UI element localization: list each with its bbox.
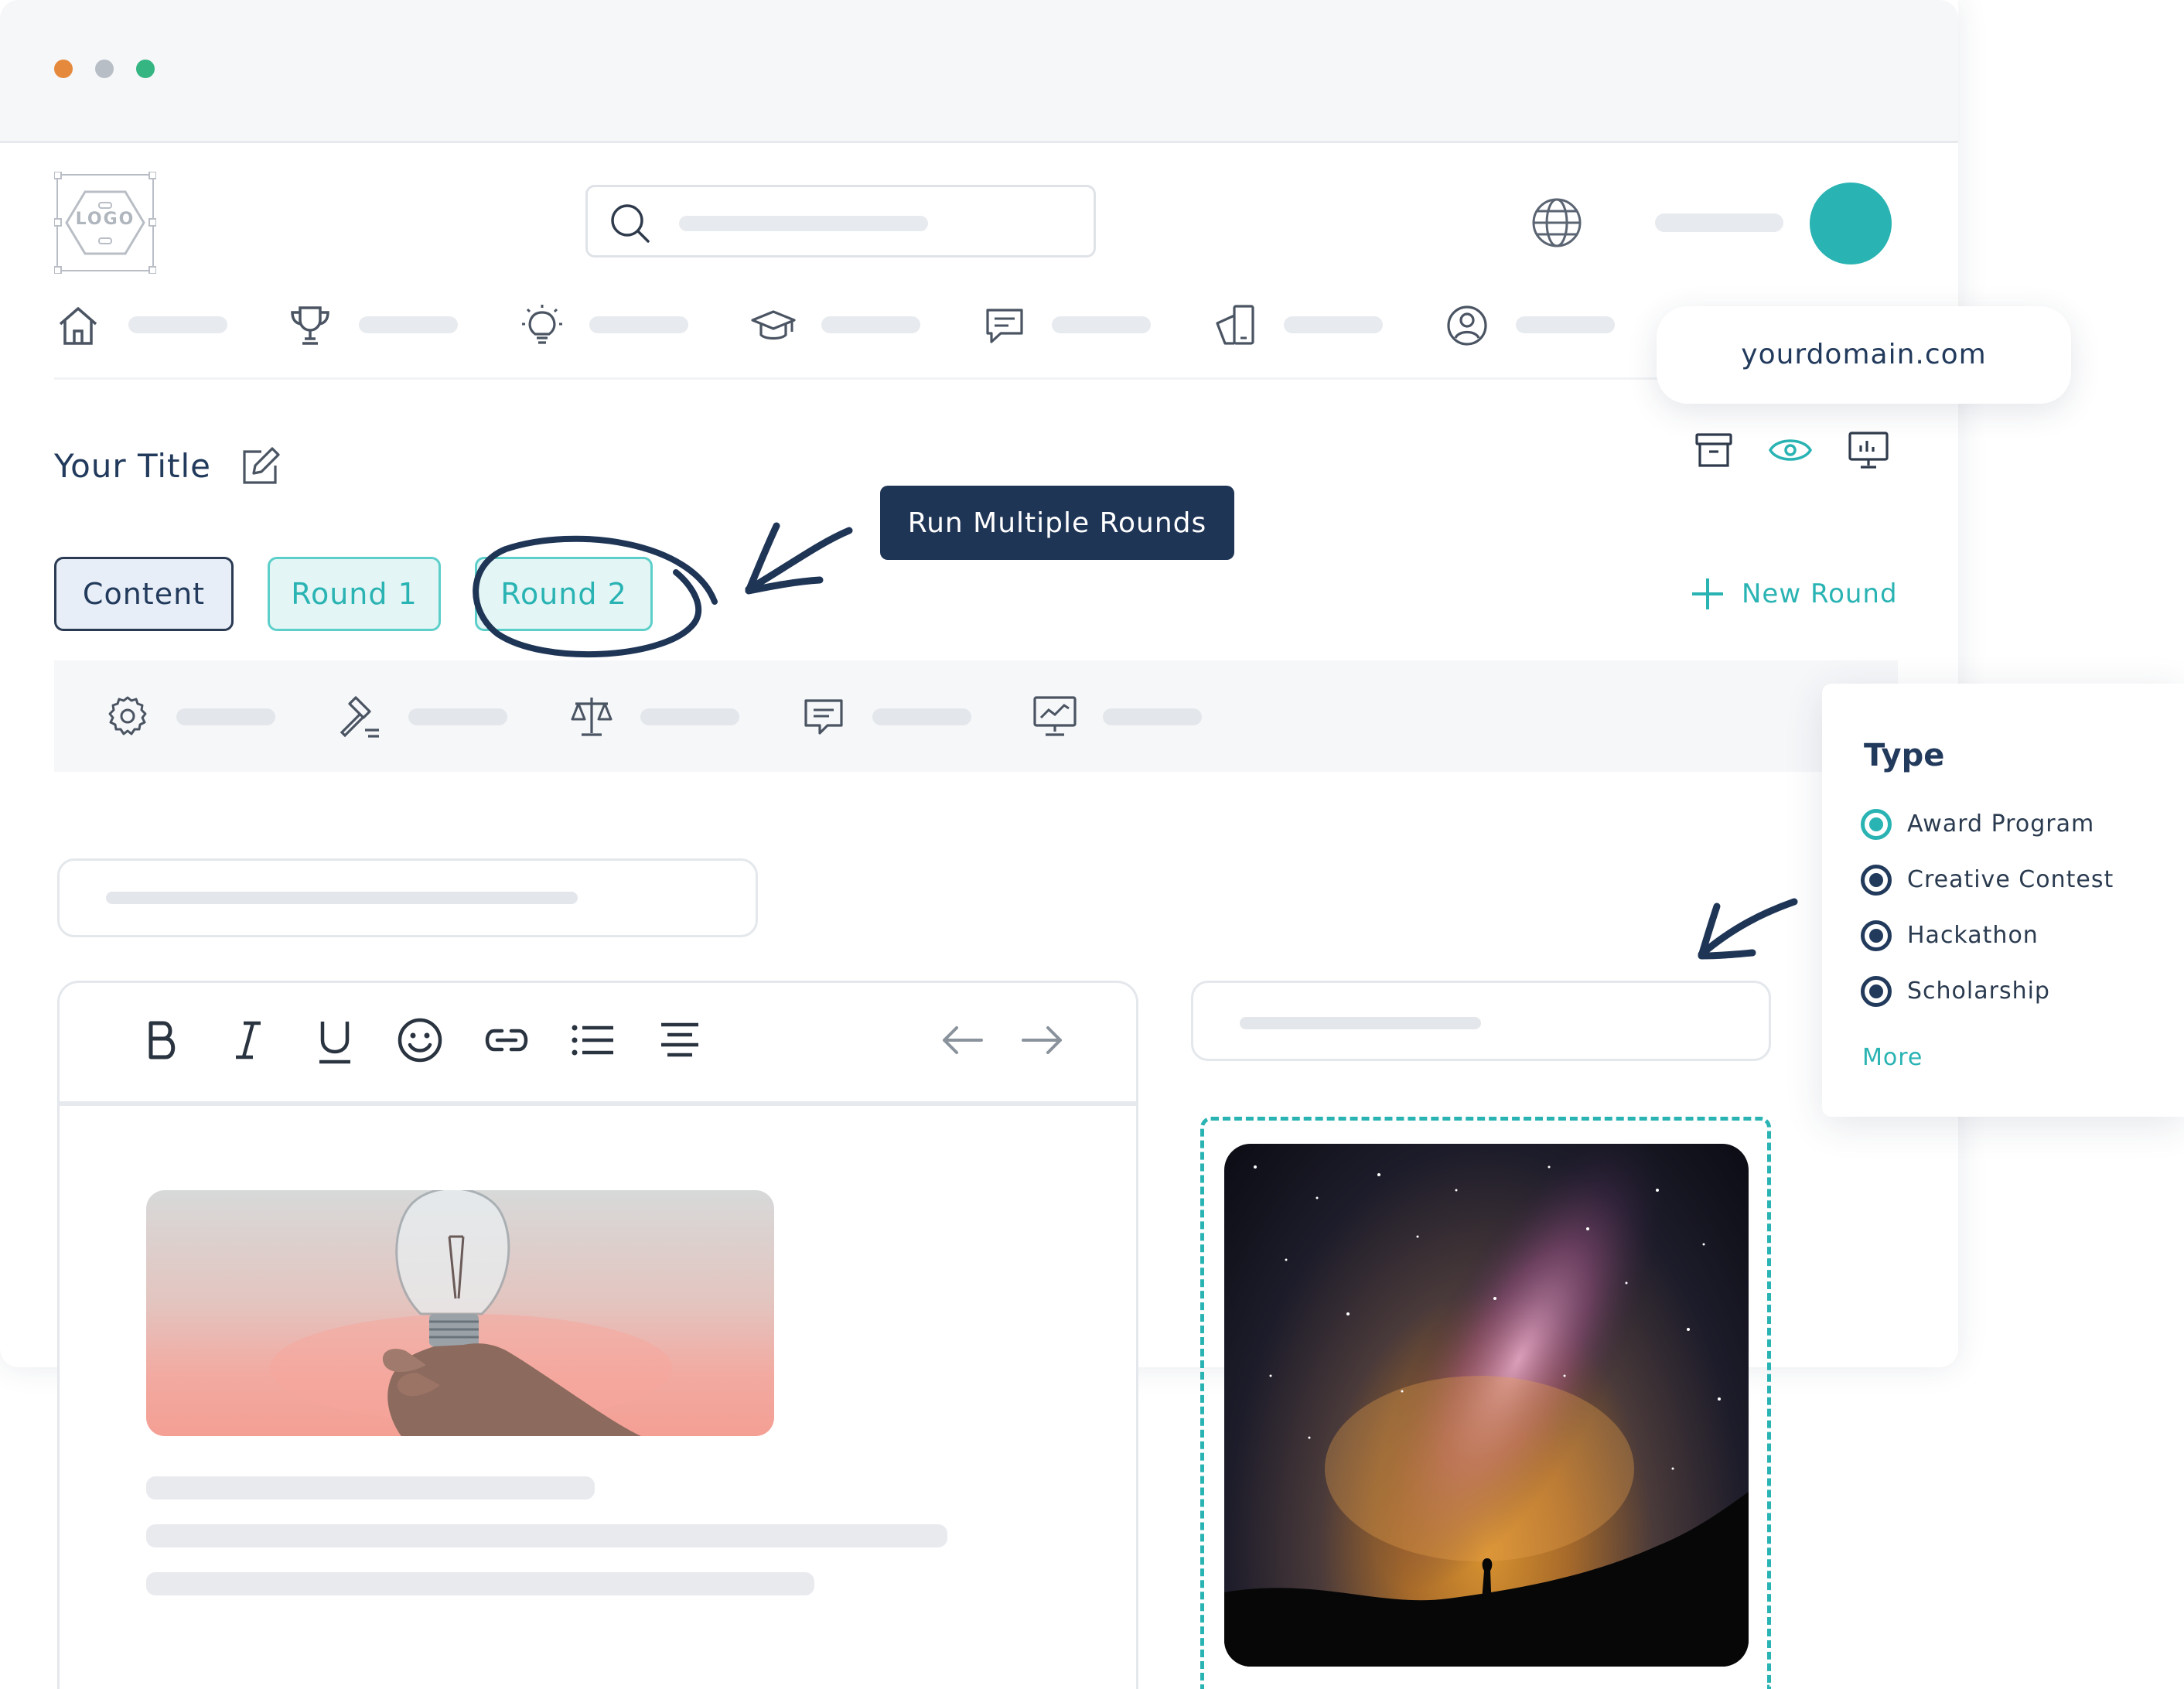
- gear-icon[interactable]: [105, 694, 150, 739]
- text-line: [146, 1476, 595, 1500]
- title-input[interactable]: [57, 858, 758, 937]
- radio-creative-contest[interactable]: [1861, 865, 1892, 896]
- redo-arrow-icon[interactable]: [1020, 1022, 1065, 1059]
- subnav-item-label[interactable]: [176, 708, 275, 725]
- archive-icon[interactable]: [1694, 430, 1734, 470]
- subnav-item-label[interactable]: [408, 708, 507, 725]
- callout-tooltip: Run Multiple Rounds: [880, 486, 1234, 560]
- close-window-dot[interactable]: [54, 60, 73, 78]
- upload-caption-input[interactable]: [1191, 981, 1771, 1061]
- link-icon[interactable]: [482, 1020, 531, 1060]
- italic-icon[interactable]: [225, 1017, 271, 1063]
- nav-divider: [54, 377, 1717, 380]
- chat-icon[interactable]: [982, 303, 1027, 348]
- toolbar-divider: [60, 1101, 1136, 1106]
- graduation-cap-icon[interactable]: [750, 303, 797, 348]
- search-input[interactable]: [585, 185, 1096, 258]
- window-titlebar: [0, 0, 1958, 143]
- maximize-window-dot[interactable]: [136, 60, 155, 78]
- nav-item-label[interactable]: [821, 316, 920, 333]
- nav-item-label[interactable]: [128, 316, 227, 333]
- radio-label[interactable]: Creative Contest: [1907, 866, 2114, 893]
- chat-icon[interactable]: [801, 694, 846, 739]
- text-line: [146, 1524, 947, 1547]
- minimize-window-dot[interactable]: [95, 60, 114, 78]
- more-link[interactable]: More: [1862, 1044, 1923, 1071]
- mobile-icon[interactable]: [1213, 303, 1258, 348]
- plus-icon[interactable]: [1692, 577, 1723, 611]
- nav-item-label[interactable]: [1052, 316, 1151, 333]
- tab-content[interactable]: Content: [54, 557, 234, 631]
- domain-url[interactable]: yourdomain.com: [1657, 339, 2071, 370]
- globe-icon[interactable]: [1530, 196, 1584, 250]
- subnav-bar: [54, 660, 1898, 772]
- presentation-icon[interactable]: [1032, 694, 1078, 739]
- align-center-icon[interactable]: [657, 1020, 703, 1060]
- radio-scholarship[interactable]: [1861, 976, 1892, 1007]
- subnav-item-label[interactable]: [872, 708, 971, 725]
- search-icon: [608, 201, 653, 246]
- subnav-item-label[interactable]: [1103, 708, 1202, 725]
- page-title: Your Title: [54, 447, 212, 485]
- type-panel-title: Type: [1864, 738, 1945, 773]
- eye-icon[interactable]: [1768, 428, 1813, 472]
- avatar[interactable]: [1810, 183, 1892, 264]
- galaxy-image[interactable]: [1224, 1144, 1749, 1667]
- emoji-icon[interactable]: [395, 1015, 445, 1065]
- subnav-item-label[interactable]: [640, 708, 739, 725]
- radio-label[interactable]: Hackathon: [1907, 922, 2039, 949]
- text-line: [146, 1572, 814, 1595]
- radio-label[interactable]: Award Program: [1907, 810, 2094, 838]
- highlight-circle: [459, 518, 738, 665]
- scales-icon[interactable]: [569, 694, 614, 739]
- user-icon[interactable]: [1445, 303, 1490, 348]
- new-round-button[interactable]: New Round: [1742, 578, 1898, 609]
- radio-award-program[interactable]: [1861, 809, 1892, 840]
- lightbulb-icon[interactable]: [520, 303, 565, 348]
- home-icon[interactable]: [56, 303, 101, 348]
- lightbulb-image[interactable]: [146, 1190, 774, 1436]
- nav-item-label[interactable]: [359, 316, 458, 333]
- logo[interactable]: LOGO: [53, 171, 157, 275]
- tab-round-1[interactable]: Round 1: [268, 557, 441, 631]
- nav-item-label[interactable]: [1516, 316, 1615, 333]
- nav-item-label[interactable]: [1284, 316, 1383, 333]
- pointer-arrow-icon: [1686, 889, 1802, 967]
- bold-icon[interactable]: [138, 1017, 185, 1063]
- nav-item-label[interactable]: [589, 316, 688, 333]
- gavel-icon[interactable]: [337, 694, 382, 739]
- edit-icon[interactable]: [238, 444, 283, 489]
- callout-arrow-icon: [735, 518, 858, 603]
- radio-hackathon[interactable]: [1861, 920, 1892, 951]
- image-upload-dropzone[interactable]: [1200, 1117, 1771, 1689]
- undo-arrow-icon[interactable]: [940, 1022, 985, 1059]
- list-icon[interactable]: [570, 1020, 616, 1060]
- radio-label[interactable]: Scholarship: [1907, 978, 2050, 1005]
- trophy-icon[interactable]: [288, 303, 333, 348]
- underline-icon[interactable]: [312, 1017, 358, 1066]
- username-placeholder: [1655, 213, 1783, 232]
- rich-text-editor[interactable]: [57, 981, 1138, 1689]
- domain-popup: yourdomain.com: [1657, 306, 2071, 404]
- presentation-icon[interactable]: [1847, 430, 1890, 470]
- logo-text: LOGO: [75, 210, 135, 229]
